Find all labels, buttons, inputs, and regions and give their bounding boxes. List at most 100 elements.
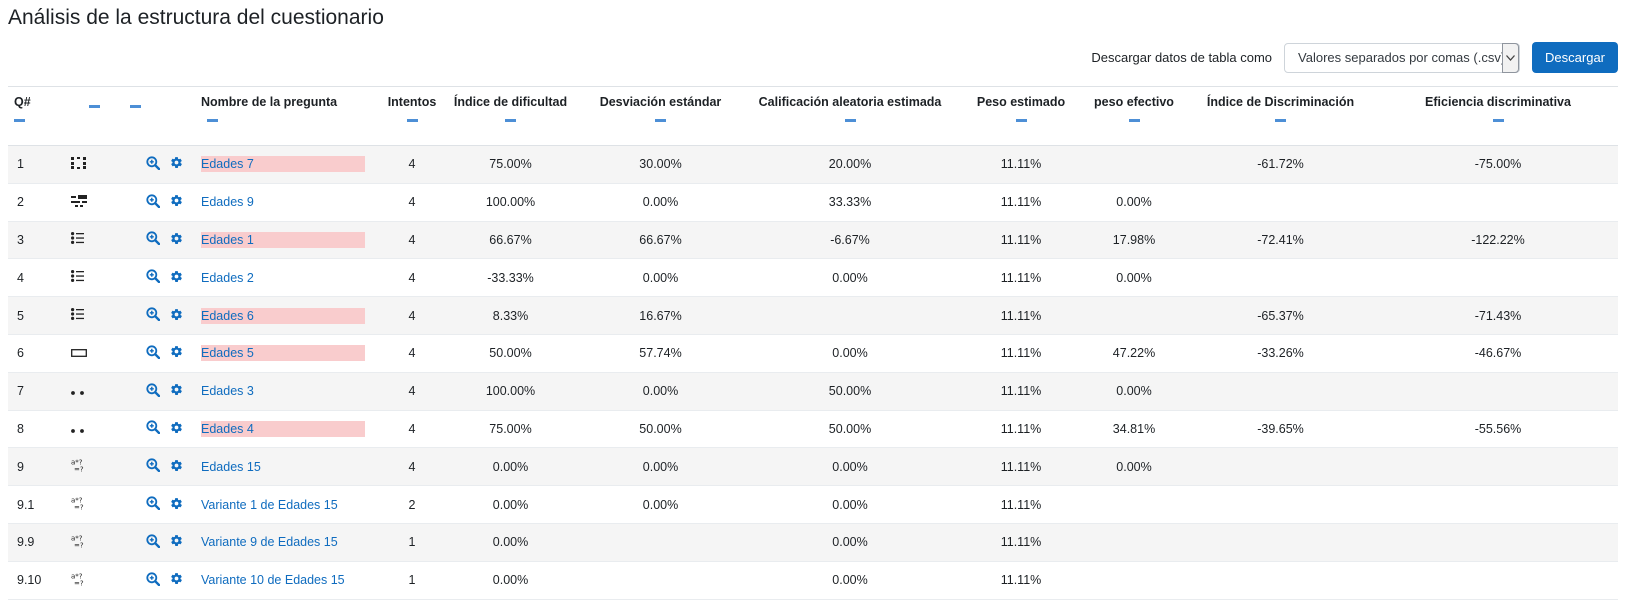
sort-icon[interactable] xyxy=(1492,119,1504,122)
col-header-name[interactable]: Nombre de la pregunta xyxy=(201,86,381,146)
true-false-icon xyxy=(71,422,85,436)
col-header-q[interactable]: Q# xyxy=(8,86,65,146)
gear-icon[interactable] xyxy=(170,459,183,475)
question-name-link[interactable]: Edades 4 xyxy=(201,420,365,437)
sort-icon[interactable] xyxy=(655,119,666,122)
calculated-icon: a*? =? xyxy=(71,496,87,513)
sort-icon[interactable] xyxy=(14,119,25,122)
col-header-difficulty[interactable]: Índice de dificultad xyxy=(443,86,578,146)
question-name-link[interactable]: Edades 2 xyxy=(201,270,254,286)
svg-text:=?: =? xyxy=(74,466,84,473)
col-header-effective-weight[interactable]: peso efectivo xyxy=(1085,86,1183,146)
download-format-select[interactable]: Valores separados por comas (.csv) xyxy=(1284,42,1521,73)
col-header-discrimination-efficiency[interactable]: Eficiencia discriminativa xyxy=(1378,86,1618,146)
gear-icon[interactable] xyxy=(170,345,183,361)
sort-icon[interactable] xyxy=(1128,119,1140,122)
question-name-link[interactable]: Edades 9 xyxy=(201,194,254,210)
question-name-link[interactable]: Variante 10 de Edades 15 xyxy=(201,572,345,588)
question-name-link[interactable]: Edades 7 xyxy=(201,156,365,173)
cell-discrimination-index xyxy=(1183,485,1378,524)
cell-std-dev: 0.00% xyxy=(578,258,743,298)
sort-icon[interactable] xyxy=(406,119,418,122)
sort-icon[interactable] xyxy=(130,105,141,108)
question-name-link[interactable]: Edades 15 xyxy=(201,459,261,475)
cell-intended-weight: 11.11% xyxy=(957,334,1085,373)
cell-random-guess: 20.00% xyxy=(743,145,957,184)
gear-icon[interactable] xyxy=(170,156,183,172)
col-header-random-guess[interactable]: Calificación aleatoria estimada xyxy=(743,86,957,146)
multichoice-icon xyxy=(71,308,85,323)
sort-icon[interactable] xyxy=(88,105,100,108)
preview-icon[interactable] xyxy=(145,156,160,173)
preview-icon[interactable] xyxy=(145,534,160,551)
sort-icon[interactable] xyxy=(1275,119,1286,122)
svg-text:=?: =? xyxy=(74,579,84,586)
cell-difficulty: 75.00% xyxy=(443,145,578,184)
gear-icon[interactable] xyxy=(170,497,183,513)
cell-q: 3 xyxy=(8,221,65,260)
preview-icon[interactable] xyxy=(145,269,160,286)
cell-discrimination-index xyxy=(1183,447,1378,487)
sort-icon[interactable] xyxy=(207,119,218,122)
cell-name: Edades 6 xyxy=(201,296,381,335)
cell-std-dev xyxy=(578,523,743,562)
gear-icon[interactable] xyxy=(170,572,183,588)
cell-intended-weight: 11.11% xyxy=(957,145,1085,184)
gear-icon[interactable] xyxy=(170,383,183,399)
cell-difficulty: 50.00% xyxy=(443,334,578,373)
cell-type xyxy=(65,145,123,184)
question-name-link[interactable]: Variante 9 de Edades 15 xyxy=(201,534,338,550)
preview-icon[interactable] xyxy=(145,231,160,248)
cell-attempts: 1 xyxy=(381,561,443,600)
question-name-link[interactable]: Edades 1 xyxy=(201,231,365,248)
col-header-intended-weight[interactable]: Peso estimado xyxy=(957,86,1085,146)
gear-icon[interactable] xyxy=(170,194,183,210)
cell-attempts: 4 xyxy=(381,334,443,373)
cell-effective-weight xyxy=(1085,485,1183,524)
cell-intended-weight: 11.11% xyxy=(957,183,1085,222)
preview-icon[interactable] xyxy=(145,420,160,437)
preview-icon[interactable] xyxy=(145,307,160,324)
preview-icon[interactable] xyxy=(145,458,160,475)
cell-q: 6 xyxy=(8,334,65,373)
sort-icon[interactable] xyxy=(1015,119,1027,122)
cell-type xyxy=(65,410,123,449)
col-header-attempts[interactable]: Intentos xyxy=(381,86,443,146)
question-name-link[interactable]: Edades 6 xyxy=(201,307,365,324)
preview-icon[interactable] xyxy=(145,572,160,589)
cell-attempts: 4 xyxy=(381,183,443,222)
cell-actions xyxy=(123,410,201,449)
cell-effective-weight xyxy=(1085,296,1183,335)
col-header-discrimination-index[interactable]: Índice de Discriminación xyxy=(1183,86,1378,146)
preview-icon[interactable] xyxy=(145,345,160,362)
question-name-link[interactable]: Edades 5 xyxy=(201,345,365,362)
download-button[interactable]: Descargar xyxy=(1532,42,1618,73)
preview-icon[interactable] xyxy=(145,496,160,513)
gear-icon[interactable] xyxy=(170,534,183,550)
cell-actions xyxy=(123,523,201,562)
cell-type xyxy=(65,221,123,260)
question-name-link[interactable]: Edades 3 xyxy=(201,383,254,399)
cell-discrimination-efficiency xyxy=(1378,183,1618,222)
col-header-std-dev[interactable]: Desviación estándar xyxy=(578,86,743,146)
table-row: 1 Edades 7 4 75.00% 30.00% 20.00% 11.11% -61.7… xyxy=(8,145,1618,184)
table-row: 8 Edades 4 4 75.00% 50.00% 50.00% 11.11% 34.81… xyxy=(8,410,1618,449)
cell-random-guess: 0.00% xyxy=(743,334,957,373)
cell-effective-weight: 47.22% xyxy=(1085,334,1183,373)
preview-icon[interactable] xyxy=(145,194,160,211)
gear-icon[interactable] xyxy=(170,270,183,286)
gear-icon[interactable] xyxy=(170,421,183,437)
cell-intended-weight: 11.11% xyxy=(957,258,1085,298)
sort-icon[interactable] xyxy=(844,119,856,122)
cell-effective-weight: 17.98% xyxy=(1085,221,1183,260)
gear-icon[interactable] xyxy=(170,308,183,324)
cell-discrimination-efficiency: -55.56% xyxy=(1378,410,1618,449)
question-name-link[interactable]: Variante 1 de Edades 15 xyxy=(201,497,338,513)
sort-icon[interactable] xyxy=(505,119,516,122)
download-format-selected: Valores separados por comas (.csv) xyxy=(1298,50,1506,65)
cell-random-guess: 33.33% xyxy=(743,183,957,222)
multichoice-icon xyxy=(71,232,85,247)
preview-icon[interactable] xyxy=(145,383,160,400)
gear-icon[interactable] xyxy=(170,232,183,248)
true-false-icon xyxy=(71,384,85,398)
